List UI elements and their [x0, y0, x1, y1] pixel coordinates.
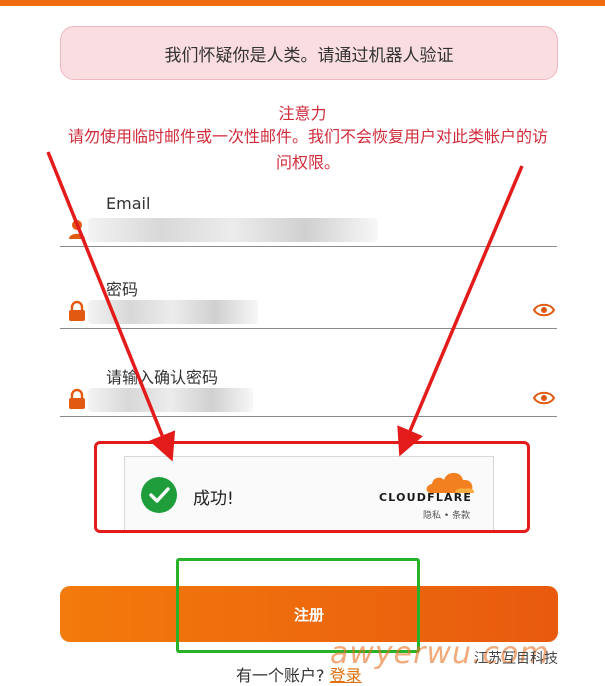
lock-icon: [69, 388, 85, 409]
password-input[interactable]: [88, 300, 258, 324]
user-icon: [69, 220, 85, 239]
watermark-brand: 江苏互目科技: [474, 651, 558, 667]
lock-icon: [69, 300, 85, 321]
confirm-password-input[interactable]: [88, 388, 253, 412]
notice-title: 注意力: [278, 104, 327, 123]
password-field[interactable]: 密码: [60, 276, 557, 329]
eye-icon[interactable]: [533, 390, 555, 406]
email-label: Email: [106, 194, 151, 213]
email-field[interactable]: Email: [60, 194, 557, 247]
red-annotation-box: [94, 441, 530, 533]
robot-verification-alert: 我们怀疑你是人类。请通过机器人验证: [60, 26, 558, 80]
alert-text: 我们怀疑你是人类。请通过机器人验证: [164, 45, 454, 66]
top-accent-bar: [0, 0, 605, 6]
confirm-password-label: 请输入确认密码: [106, 368, 219, 387]
password-label: 密码: [106, 280, 139, 299]
login-prompt-text: 有一个账户?: [236, 666, 325, 685]
notice-text: 请勿使用临时邮件或一次性邮件。我们不会恢复用户对此类帐户的访问权限。: [67, 127, 548, 172]
email-input[interactable]: [88, 218, 378, 242]
eye-icon[interactable]: [533, 302, 555, 318]
confirm-password-field[interactable]: 请输入确认密码: [60, 364, 557, 417]
